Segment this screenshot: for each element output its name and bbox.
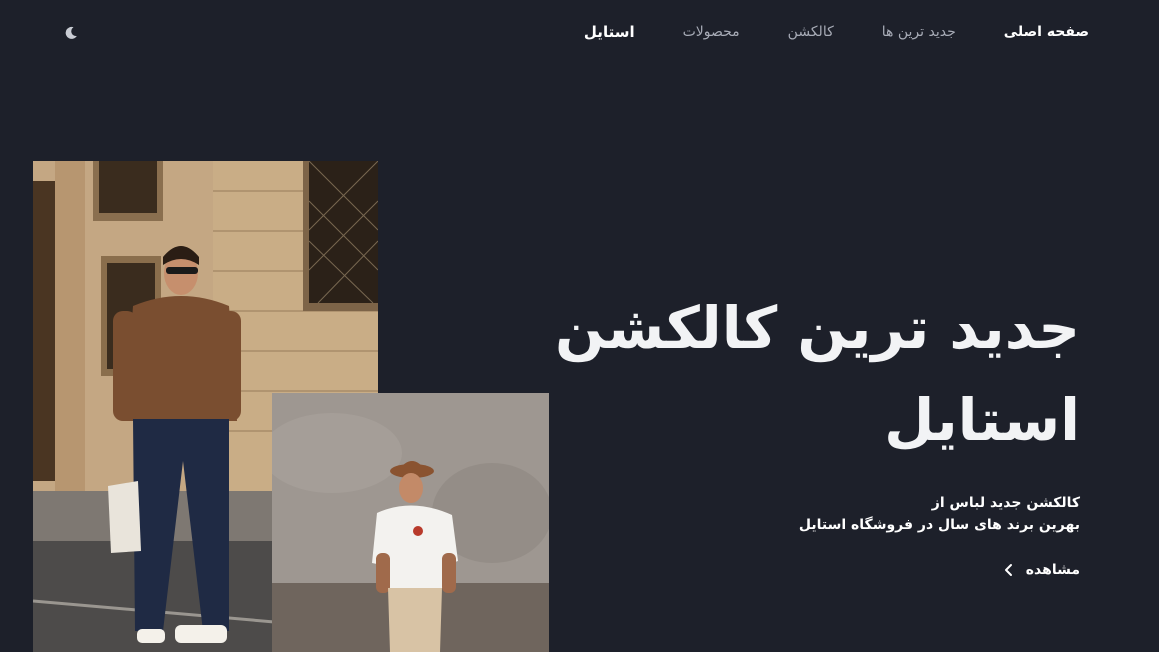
nav-home-link[interactable]: صفحه اصلی — [1004, 24, 1089, 40]
nav-products-link[interactable]: محصولات — [683, 24, 740, 40]
hero-section: جدید ترین کالکشن استایل کالکشن جدید لباس… — [520, 282, 1081, 578]
hero-title-line-2: استایل — [884, 386, 1081, 454]
hero-subtitle-line-1: کالکشن جدید لباس از — [931, 495, 1080, 511]
hero-subtitle: کالکشن جدید لباس از بهرین برند های سال د… — [520, 492, 1080, 536]
nav-newest-link[interactable]: جدید ترین ها — [882, 24, 956, 40]
model-wall-photo — [272, 393, 549, 652]
view-link-label: مشاهده — [1025, 562, 1080, 578]
brand-logo[interactable]: استایل — [584, 23, 635, 41]
nav-links: صفحه اصلی جدید ترین ها کالکشن محصولات — [683, 24, 1089, 40]
hero-title: جدید ترین کالکشن استایل — [520, 282, 1081, 466]
hero-subtitle-line-2: بهرین برند های سال در فروشگاه استایل — [798, 517, 1080, 533]
view-collection-link[interactable]: مشاهده — [1002, 562, 1080, 578]
nav-collection-link[interactable]: کالکشن — [788, 24, 834, 40]
page: استایل صفحه اصلی جدید ترین ها کالکشن محص… — [0, 0, 1159, 652]
theme-toggle-button[interactable] — [58, 20, 84, 46]
hero-title-line-1: جدید ترین کالکشن — [554, 294, 1081, 362]
moon-icon — [65, 26, 77, 39]
main-nav: استایل صفحه اصلی جدید ترین ها کالکشن محص… — [584, 20, 1089, 44]
top-header: استایل صفحه اصلی جدید ترین ها کالکشن محص… — [0, 0, 1159, 64]
chevron-left-icon — [1004, 564, 1012, 576]
